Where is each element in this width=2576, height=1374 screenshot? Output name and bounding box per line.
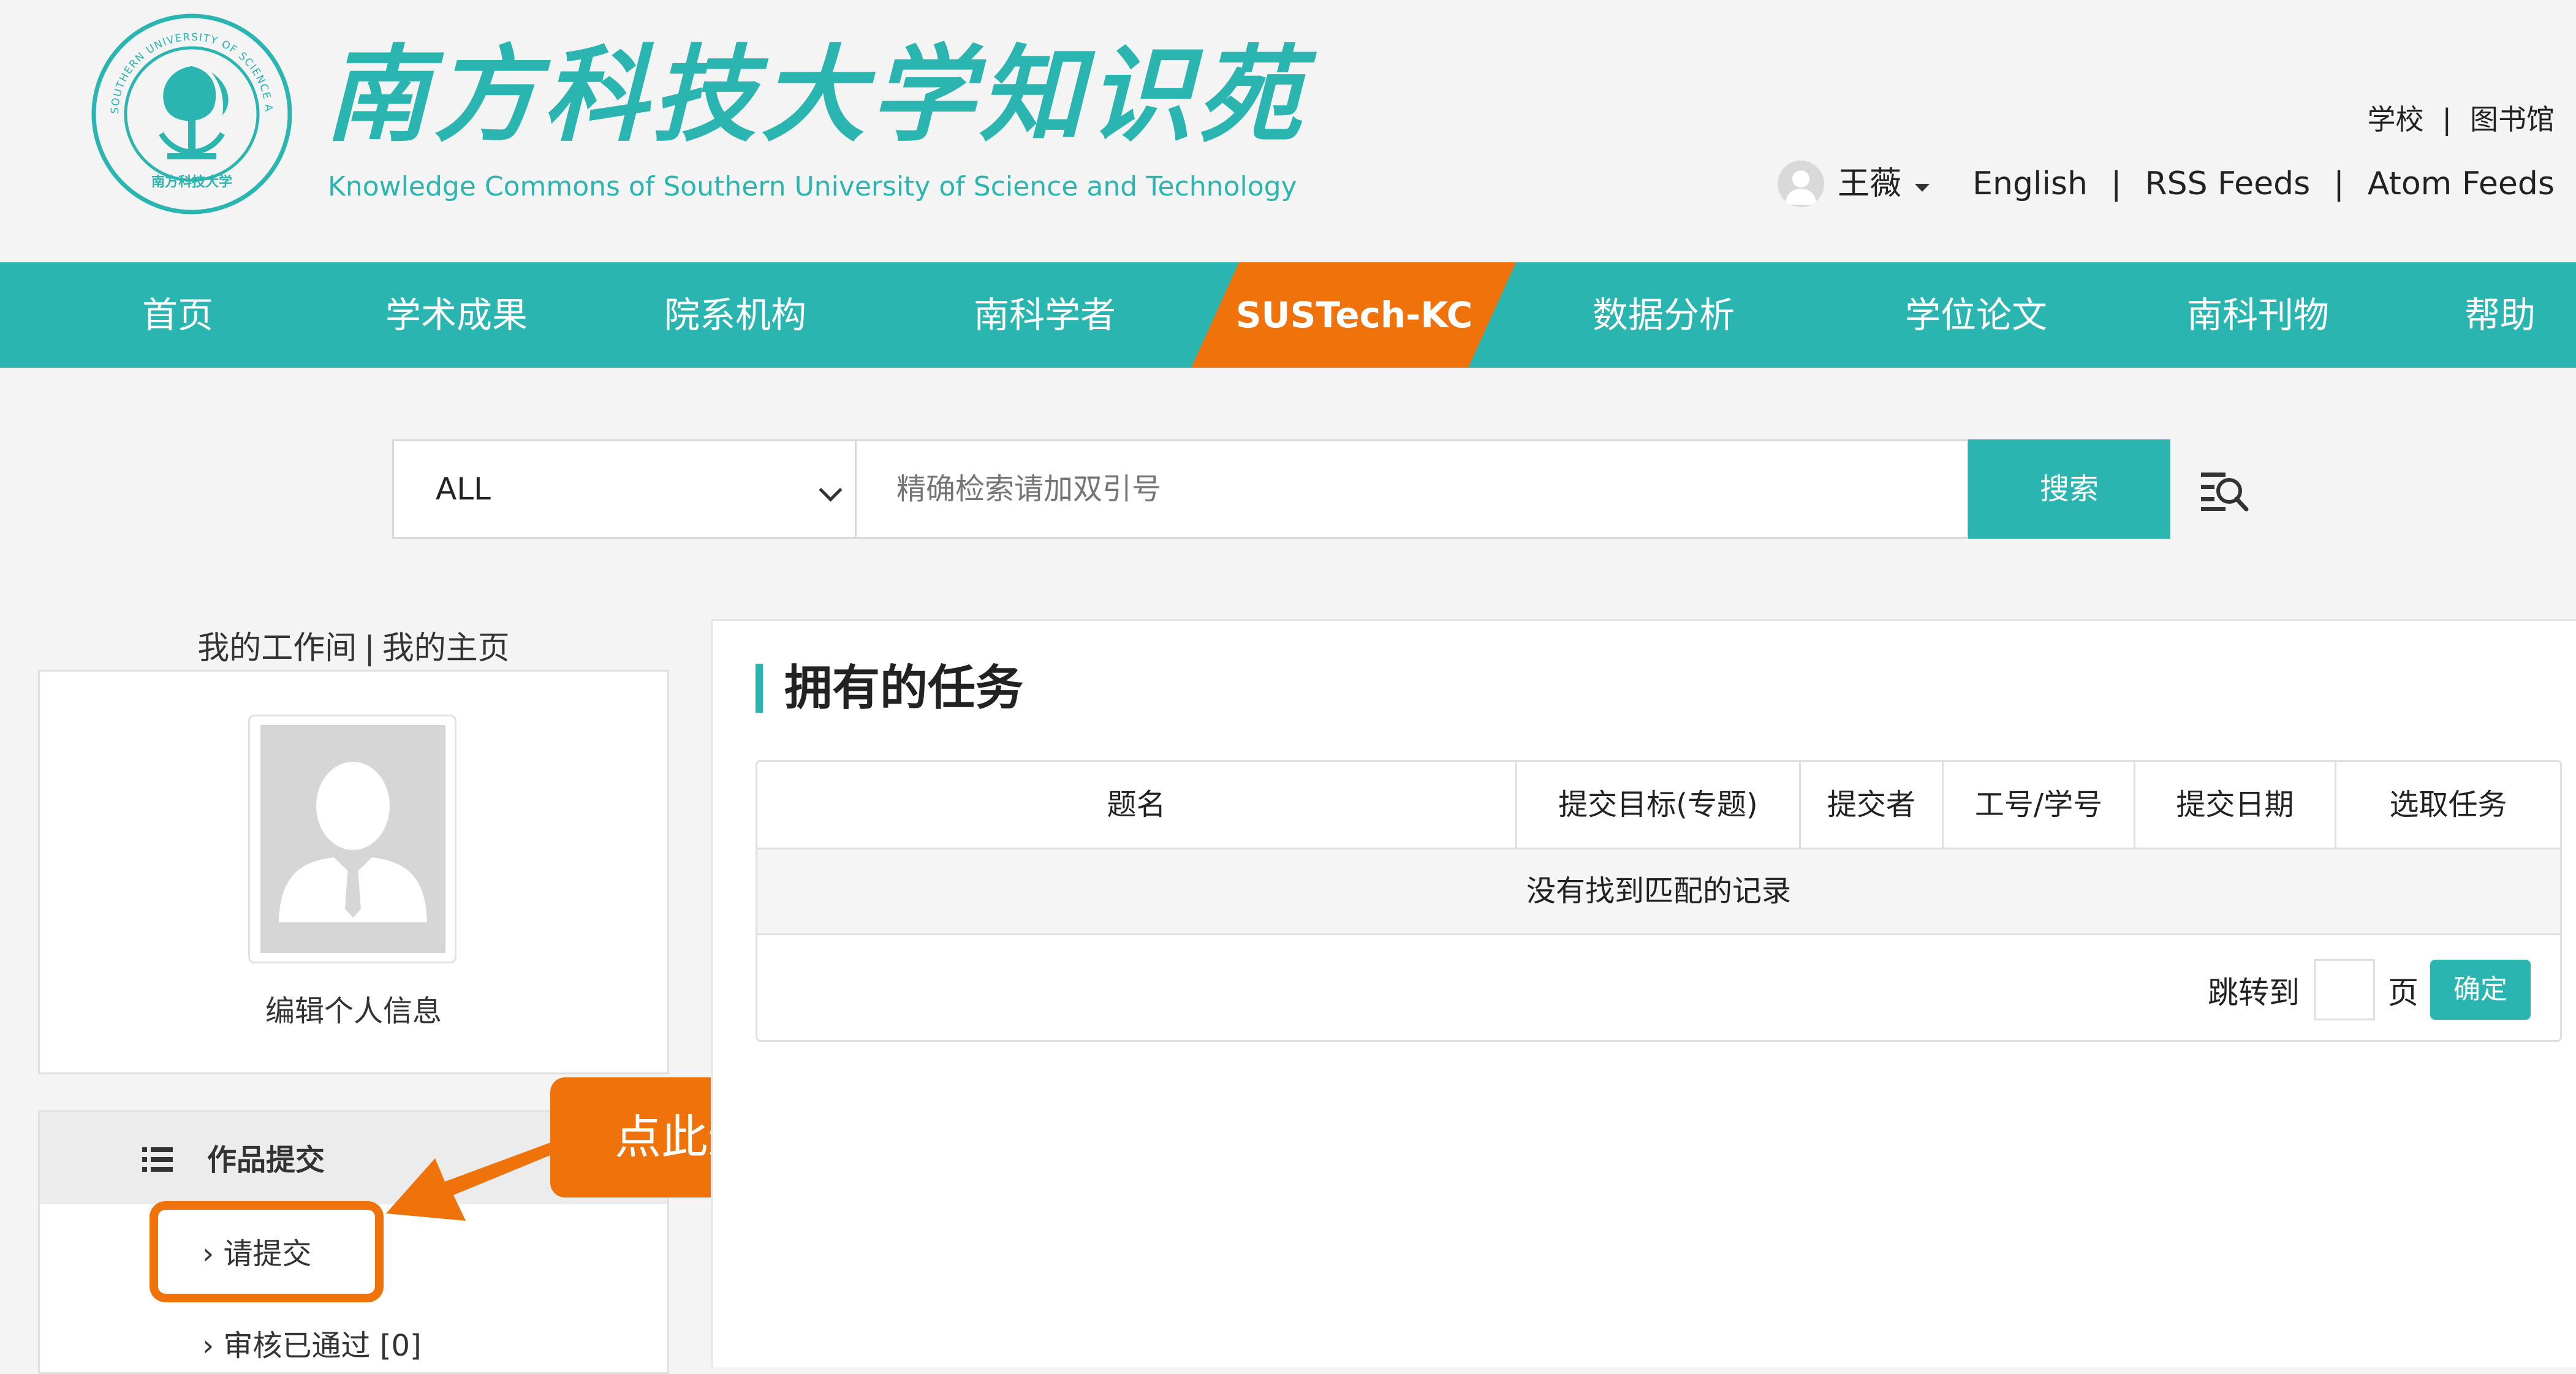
column-header-submitter[interactable]: 提交者	[1801, 762, 1942, 848]
nav-item-research-output[interactable]: 学术成果	[380, 262, 533, 368]
top-links: 学校 | 图书馆	[2368, 98, 2555, 141]
site-subtitle: Knowledge Commons of Southern University…	[328, 171, 1297, 202]
column-header-date[interactable]: 提交日期	[2135, 762, 2335, 848]
list-icon	[142, 1147, 173, 1172]
tasks-title: 拥有的任务	[784, 661, 1024, 716]
user-bar: 王薇 English | RSS Feeds | Atom Feeds	[1778, 161, 2555, 207]
search-button[interactable]: 搜索	[1968, 439, 2170, 539]
atom-feeds-link[interactable]: Atom Feeds	[2368, 162, 2555, 205]
nav-item-home[interactable]: 首页	[141, 262, 214, 368]
link-separator: |	[2110, 165, 2122, 202]
nav-item-journals[interactable]: 南科刊物	[2181, 262, 2335, 368]
university-seal-logo[interactable]: SOUTHERN UNIVERSITY OF SCIENCE AND TECHN…	[89, 11, 295, 217]
column-header-select[interactable]: 选取任务	[2336, 762, 2560, 848]
goto-page-label: 跳转到	[2208, 975, 2300, 1011]
library-link[interactable]: 图书馆	[2470, 103, 2555, 136]
username-menu[interactable]: 王薇	[1838, 162, 1901, 205]
school-link[interactable]: 学校	[2368, 103, 2424, 136]
section-title-accent	[756, 664, 763, 713]
workspace-links: 我的工作间 | 我的主页	[38, 622, 669, 668]
nav-item-sustech-kc[interactable]: SUSTech-KC	[1225, 262, 1483, 368]
rss-feeds-link[interactable]: RSS Feeds	[2145, 162, 2310, 205]
english-link[interactable]: English	[1972, 162, 2088, 205]
nav-item-scholars[interactable]: 南科学者	[968, 262, 1121, 368]
nav-item-help[interactable]: 帮助	[2460, 262, 2540, 368]
my-workspace-link[interactable]: 我的工作间	[197, 630, 357, 667]
column-header-staff-id[interactable]: 工号/学号	[1944, 762, 2134, 848]
submit-highlight-box	[150, 1201, 384, 1302]
profile-avatar-icon[interactable]	[260, 725, 445, 953]
approved-link[interactable]: › 审核已通过 [0]	[202, 1326, 422, 1366]
search-scope-value: ALL	[436, 471, 491, 507]
link-separator: |	[2333, 165, 2344, 202]
nav-item-data-analysis[interactable]: 数据分析	[1590, 262, 1737, 368]
link-separator: |	[2442, 103, 2452, 136]
goto-page-input[interactable]	[2314, 959, 2375, 1020]
callout-arrow-icon	[386, 1140, 558, 1221]
svg-text:南方科技大学: 南方科技大学	[151, 174, 232, 190]
user-avatar-icon[interactable]	[1778, 161, 1825, 207]
search-input[interactable]	[857, 439, 1969, 539]
submission-menu-title: 作品提交	[207, 1143, 325, 1177]
empty-table-message: 没有找到匹配的记录	[757, 848, 2560, 935]
chevron-down-icon[interactable]	[1915, 183, 1930, 192]
nav-item-departments[interactable]: 院系机构	[662, 262, 809, 368]
column-header-title[interactable]: 题名	[757, 762, 1515, 848]
page-unit-label: 页	[2388, 975, 2419, 1011]
my-homepage-link[interactable]: 我的主页	[382, 630, 510, 667]
chevron-down-icon	[819, 478, 843, 502]
search-scope-select[interactable]: ALL	[392, 439, 857, 539]
site-title[interactable]: 南方科技大学知识苑	[325, 34, 1306, 156]
link-separator: |	[364, 630, 375, 667]
edit-profile-link[interactable]: 编辑个人信息	[38, 987, 669, 1030]
main-nav: 首页 学术成果 院系机构 南科学者 SUSTech-KC 数据分析 学位论文 南…	[0, 262, 2576, 368]
nav-item-theses[interactable]: 学位论文	[1900, 262, 2053, 368]
column-header-target[interactable]: 提交目标(专题)	[1517, 762, 1799, 848]
goto-confirm-button[interactable]: 确定	[2430, 960, 2531, 1020]
advanced-search-icon[interactable]	[2200, 469, 2249, 512]
